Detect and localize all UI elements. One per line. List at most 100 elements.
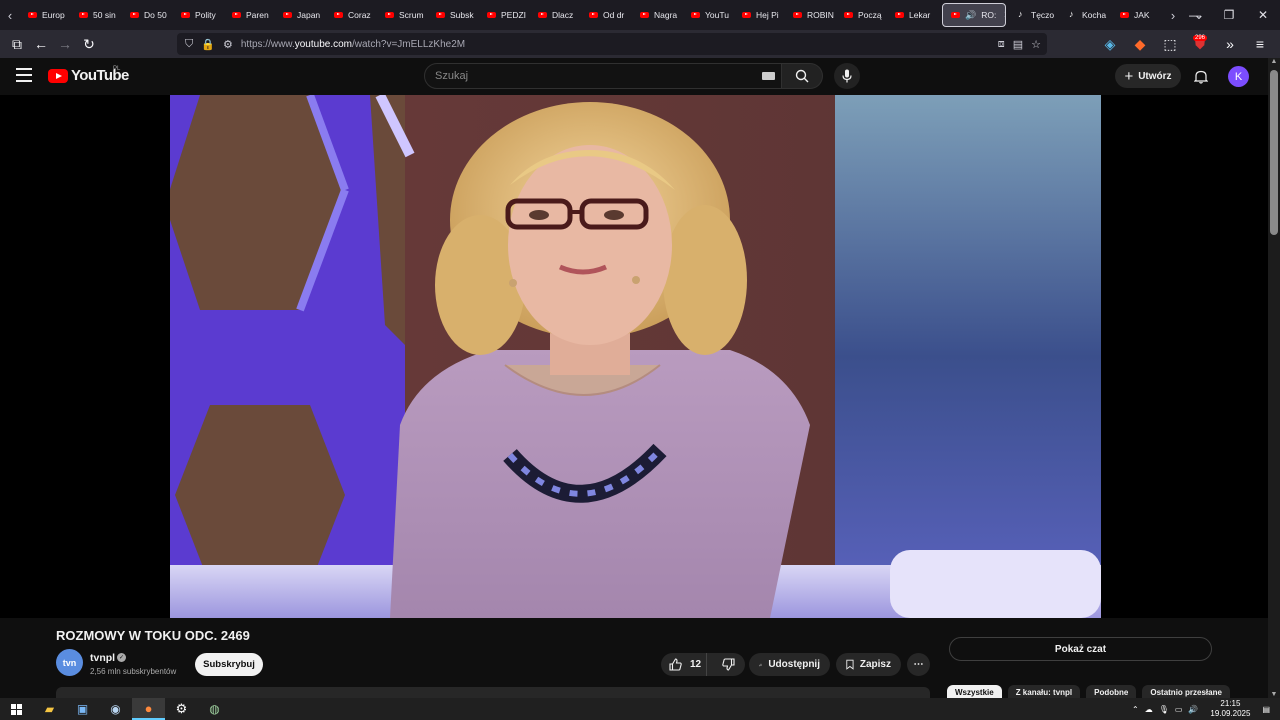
more-horizontal-icon: ⋯ (913, 659, 924, 670)
youtube-favicon-icon (487, 12, 496, 18)
clock[interactable]: 21:15 19.09.2025 (1210, 699, 1250, 719)
browser-tab[interactable]: Lekar (887, 0, 938, 30)
restore-icon[interactable]: ❐ (1212, 0, 1246, 30)
browser-tab[interactable]: Do 50 (122, 0, 173, 30)
browser-tab[interactable]: Polity (173, 0, 224, 30)
clock-date: 19.09.2025 (1210, 709, 1251, 718)
scrollbar-thumb[interactable] (1270, 70, 1278, 235)
dislike-button[interactable] (713, 653, 745, 676)
overflow-chevron-icon[interactable]: » (1218, 32, 1242, 56)
browser-tab[interactable]: Od dr (581, 0, 632, 30)
tracking-shield-icon[interactable]: ⛉ (185, 38, 193, 51)
app-menu-icon[interactable]: ≡ (1248, 32, 1272, 56)
plus-icon: + (1124, 67, 1134, 85)
like-button[interactable]: 12 (661, 653, 707, 676)
bookmark-star-icon[interactable]: ☆ (1031, 38, 1041, 51)
save-button[interactable]: Zapisz (836, 653, 901, 676)
reader-view-icon[interactable]: ▤ (1013, 38, 1023, 51)
browser-tab[interactable]: Subsk (428, 0, 479, 30)
tab-label: Subsk (450, 10, 474, 20)
start-button[interactable] (0, 698, 33, 720)
scroll-down-arrow-icon[interactable]: ▼ (1268, 691, 1280, 698)
reload-icon[interactable]: ↻ (77, 32, 101, 56)
youtube-favicon-icon (895, 12, 904, 18)
tab-audio-icon[interactable]: 🔊 (965, 10, 976, 21)
adblock-extension-icon[interactable]: ⛊ 296 (1188, 32, 1212, 56)
microphone-tray-icon[interactable]: 🎙 (1159, 705, 1169, 714)
onedrive-cloud-icon[interactable]: ☁ (1145, 705, 1153, 714)
browser-tab[interactable]: Dlacz (530, 0, 581, 30)
minimize-icon[interactable]: — (1178, 0, 1212, 30)
settings-icon[interactable]: ⚙ (165, 698, 198, 720)
system-tray: ⌃ ☁ 🎙 ▭ 🔊 21:15 19.09.2025 ▤ (1132, 698, 1280, 720)
guide-menu-icon[interactable] (16, 68, 32, 82)
close-tab-icon[interactable]: ✕ (1003, 10, 1005, 21)
tab-label: Nagra (654, 10, 678, 20)
network-icon[interactable]: ▭ (1175, 705, 1183, 714)
browser-tab[interactable]: Kocha (1061, 0, 1112, 30)
url-bar[interactable]: ⛉ 🔒 ⚙ https://www.youtube.com/watch?v=Jm… (177, 33, 1047, 55)
forward-icon[interactable]: → (53, 32, 77, 56)
tab-label: Hej Pi (756, 10, 779, 20)
browser-navigation-bar: ⧉ ← → ↻ ⛉ 🔒 ⚙ https://www.youtube.com/wa… (0, 30, 1280, 58)
vpn-extension-icon[interactable]: ◈ (1098, 32, 1122, 56)
share-button[interactable]: Udostępnij (749, 653, 830, 676)
create-button[interactable]: + Utwórz (1115, 64, 1181, 88)
more-actions-button[interactable]: ⋯ (907, 653, 930, 676)
browser-tab[interactable]: PEDZI (479, 0, 530, 30)
channel-name[interactable]: tvnpl (90, 652, 115, 664)
video-frame[interactable] (170, 95, 1101, 618)
file-explorer-icon[interactable]: ▰ (33, 698, 66, 720)
extensions-puzzle-icon[interactable]: ⬚ (1158, 32, 1182, 56)
browser-tab-strip: ‹ Europ 50 sin Do 50 Polity Paren Japan Coraz S… (0, 0, 1280, 30)
browser-tab[interactable]: Tęczo (1010, 0, 1061, 30)
back-icon[interactable]: ← (29, 32, 53, 56)
browser-tab[interactable]: Paren (224, 0, 275, 30)
remote-desktop-icon[interactable]: ▣ (66, 698, 99, 720)
channel-avatar[interactable]: tvn (56, 649, 83, 676)
browser-tab[interactable]: Nagra (632, 0, 683, 30)
tab-overview-icon[interactable]: ⧉ (5, 32, 29, 56)
tab-label: Polity (195, 10, 216, 20)
page-scrollbar[interactable]: ▲ ▼ (1268, 58, 1280, 698)
browser-tab[interactable]: Europ (20, 0, 71, 30)
fox-extension-icon[interactable]: ◆ (1128, 32, 1152, 56)
lock-icon[interactable]: 🔒 (201, 38, 215, 51)
keyboard-icon[interactable] (762, 72, 775, 80)
steam-icon[interactable]: ◉ (99, 698, 132, 720)
browser-tab[interactable]: Hej Pi (734, 0, 785, 30)
tray-overflow-chevron-icon[interactable]: ⌃ (1132, 705, 1139, 714)
notifications-button[interactable] (1192, 67, 1210, 85)
close-window-icon[interactable]: ✕ (1246, 0, 1280, 30)
browser-tab[interactable]: Scrum (377, 0, 428, 30)
browser-tab[interactable]: 50 sin (71, 0, 122, 30)
subscribe-button[interactable]: Subskrybuj (195, 653, 263, 676)
account-avatar[interactable]: K (1228, 66, 1249, 87)
permissions-icon[interactable]: ⚙ (223, 38, 233, 51)
tabs-scroll-left-icon[interactable]: ‹ (0, 0, 20, 30)
browser-tab[interactable]: Japan (275, 0, 326, 30)
volume-icon[interactable]: 🔊 (1188, 705, 1198, 714)
share-icon (759, 663, 763, 666)
search-input[interactable] (435, 70, 735, 82)
youtube-favicon-icon (844, 12, 853, 18)
description-box[interactable] (56, 687, 930, 698)
browser-tab[interactable]: JAK (1112, 0, 1163, 30)
firefox-icon[interactable]: ● (132, 698, 165, 720)
show-chat-button[interactable]: Pokaż czat (949, 637, 1212, 661)
scroll-up-arrow-icon[interactable]: ▲ (1268, 58, 1280, 65)
notifications-tray-icon[interactable]: ▤ (1262, 705, 1270, 714)
browser-tab[interactable]: Począ (836, 0, 887, 30)
video-player[interactable] (0, 95, 1268, 618)
url-text[interactable]: https://www.youtube.com/watch?v=JmELLzKh… (241, 39, 465, 50)
youtube-favicon-icon (436, 12, 445, 18)
search-button[interactable] (782, 63, 823, 89)
windows-taskbar: ▰ ▣ ◉ ● ⚙ ◍ ⌃ ☁ 🎙 ▭ 🔊 21:15 19.09.2025 ▤ (0, 698, 1280, 720)
app-globe-icon[interactable]: ◍ (198, 698, 231, 720)
picture-in-picture-icon[interactable]: ⧈ (998, 38, 1005, 51)
voice-search-button[interactable] (834, 63, 860, 89)
browser-tab[interactable]: 🔊 RO: ✕ (942, 3, 1006, 27)
browser-tab[interactable]: ROBIN (785, 0, 836, 30)
browser-tab[interactable]: Coraz (326, 0, 377, 30)
browser-tab[interactable]: YouTu (683, 0, 734, 30)
